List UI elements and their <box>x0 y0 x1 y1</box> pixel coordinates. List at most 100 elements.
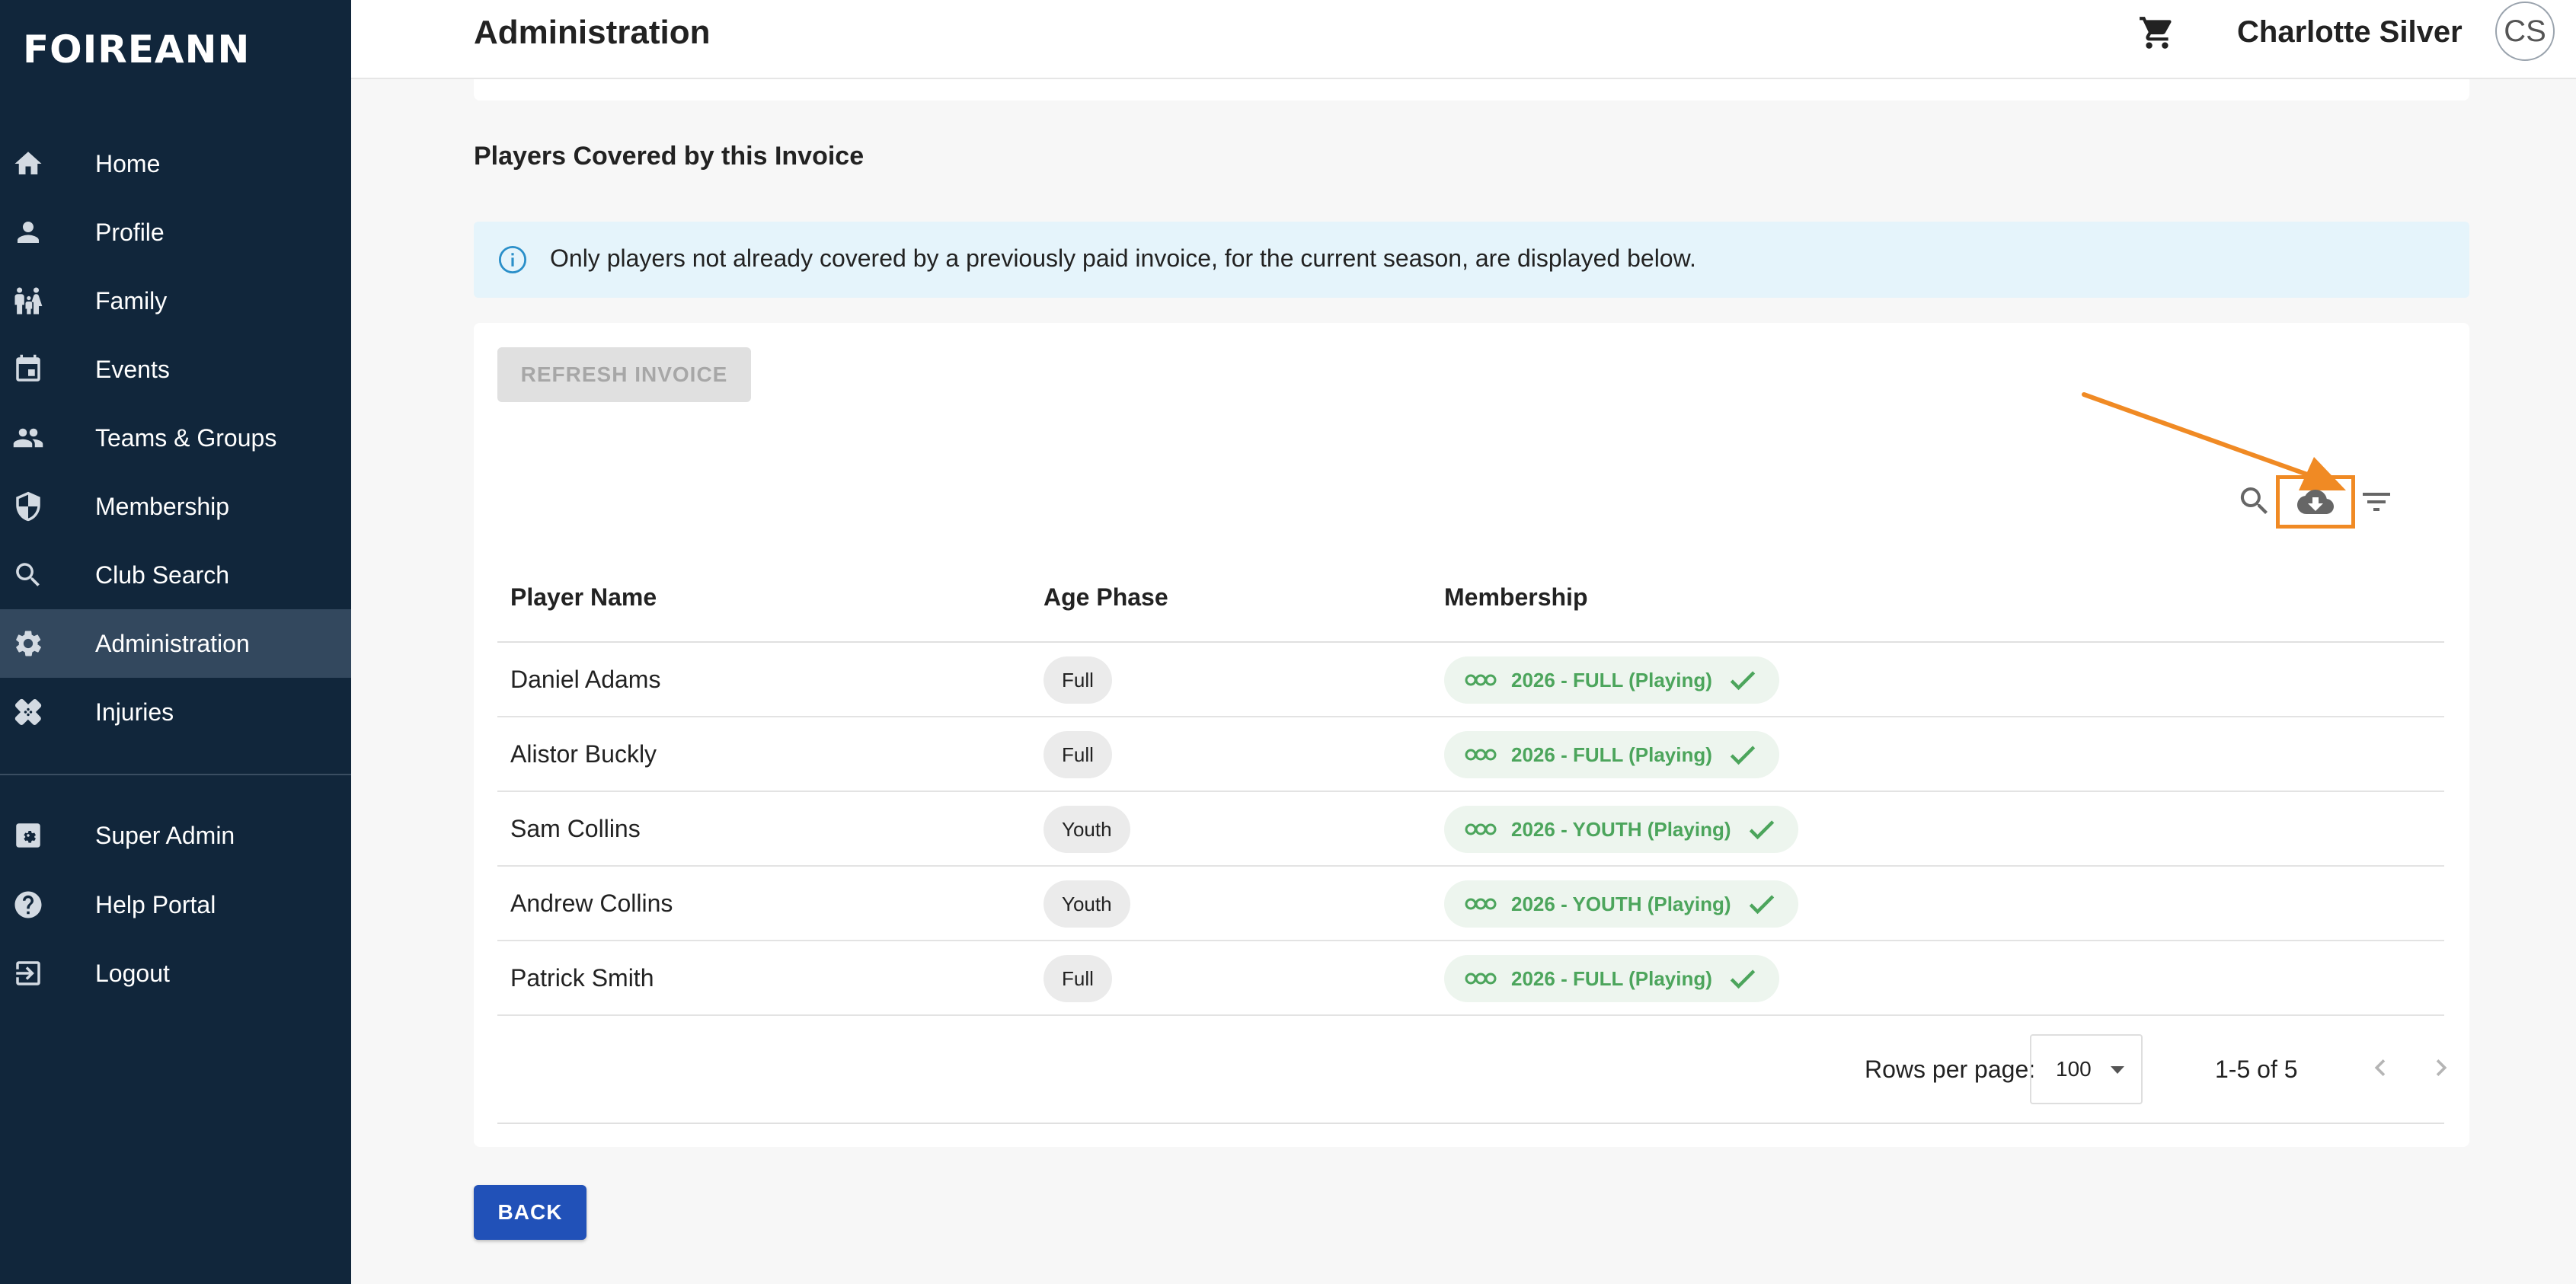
sidebar-item-label: Club Search <box>95 561 230 589</box>
sidebar-item-club-search[interactable]: Club Search <box>0 541 351 609</box>
info-banner: Only players not already covered by a pr… <box>474 222 2469 298</box>
group-icon <box>12 422 44 454</box>
top-header: Administration Charlotte Silver CS <box>351 0 2576 79</box>
membership-text: 2026 - YOUTH (Playing) <box>1511 892 1731 915</box>
table-pagination: Rows per page: 100 1-5 of 5 <box>497 1016 2447 1124</box>
sidebar-item-label: Super Admin <box>95 821 235 849</box>
age-phase-chip: Youth <box>1044 880 1130 928</box>
bandage-icon <box>12 696 44 728</box>
sidebar-item-help-portal[interactable]: Help Portal <box>0 870 351 939</box>
players-card: REFRESH INVOICE Player Name Age Phase Me… <box>474 323 2469 1147</box>
rows-per-page-label: Rows per page: <box>1865 1056 2036 1083</box>
membership-chip: 2026 - YOUTH (Playing) <box>1444 806 1798 853</box>
table-row[interactable]: Sam Collins Youth 2026 - YOUTH (Playing) <box>497 792 2444 867</box>
age-phase-chip: Full <box>1044 656 1112 704</box>
search-icon[interactable] <box>2236 483 2273 519</box>
rows-per-page-select[interactable]: 100 <box>2030 1034 2143 1104</box>
player-name: Andrew Collins <box>510 890 673 917</box>
rows-per-page-value: 100 <box>2056 1057 2092 1081</box>
shield-icon <box>12 490 44 522</box>
sidebar-item-super-admin[interactable]: Super Admin <box>0 801 351 870</box>
chevron-right-icon[interactable] <box>2424 1051 2458 1084</box>
check-icon <box>1745 887 1779 921</box>
sidebar-item-label: Profile <box>95 218 165 246</box>
column-header-membership[interactable]: Membership <box>1444 583 1587 612</box>
players-table: Player Name Age Phase Membership Daniel … <box>497 554 2447 1124</box>
check-icon <box>1726 962 1759 995</box>
table-row[interactable]: Alistor Buckly Full 2026 - FULL (Playing… <box>497 717 2444 792</box>
logout-icon <box>12 957 44 989</box>
previous-card-edge <box>474 79 2469 101</box>
app-logo: FOIREANN <box>23 27 251 72</box>
sidebar-item-membership[interactable]: Membership <box>0 472 351 541</box>
sidebar-item-label: Logout <box>95 959 170 987</box>
membership-text: 2026 - FULL (Playing) <box>1511 966 1712 990</box>
age-phase-chip: Full <box>1044 731 1112 778</box>
sidebar-item-label: Events <box>95 355 170 383</box>
check-icon <box>1726 738 1759 771</box>
membership-text: 2026 - YOUTH (Playing) <box>1511 817 1731 841</box>
table-row[interactable]: Andrew Collins Youth 2026 - YOUTH (Playi… <box>497 867 2444 941</box>
back-button[interactable]: BACK <box>474 1185 586 1240</box>
page-title: Administration <box>474 14 711 51</box>
gaa-logo-icon <box>1464 747 1497 762</box>
sidebar-item-family[interactable]: Family <box>0 267 351 335</box>
sidebar-item-injuries[interactable]: Injuries <box>0 678 351 746</box>
sidebar-item-administration[interactable]: Administration <box>0 609 351 678</box>
player-name: Daniel Adams <box>510 666 661 693</box>
sidebar-item-profile[interactable]: Profile <box>0 198 351 267</box>
gaa-logo-icon <box>1464 672 1497 688</box>
avatar[interactable]: CS <box>2495 2 2555 61</box>
membership-chip: 2026 - FULL (Playing) <box>1444 955 1779 1002</box>
sidebar-item-events[interactable]: Events <box>0 335 351 404</box>
sidebar-divider <box>0 774 351 775</box>
sidebar-item-label: Help Portal <box>95 890 216 918</box>
gear-icon <box>12 628 44 660</box>
pagination-range: 1-5 of 5 <box>2215 1056 2298 1083</box>
sidebar: FOIREANN Home Profile Family Events Team… <box>0 0 351 1284</box>
column-header-age-phase[interactable]: Age Phase <box>1044 583 1168 612</box>
sidebar-item-label: Family <box>95 286 168 315</box>
gaa-logo-icon <box>1464 822 1497 837</box>
chevron-left-icon[interactable] <box>2363 1051 2397 1084</box>
player-name: Alistor Buckly <box>510 740 657 768</box>
age-phase-chip: Full <box>1044 955 1112 1002</box>
calendar-icon <box>12 353 44 385</box>
sidebar-item-home[interactable]: Home <box>0 129 351 198</box>
sidebar-item-label: Teams & Groups <box>95 423 277 452</box>
gaa-logo-icon <box>1464 896 1497 912</box>
admin-gear-icon <box>12 819 44 851</box>
table-row[interactable]: Daniel Adams Full 2026 - FULL (Playing) <box>497 643 2444 717</box>
membership-chip: 2026 - FULL (Playing) <box>1444 656 1779 704</box>
sidebar-item-label: Home <box>95 149 161 177</box>
section-title: Players Covered by this Invoice <box>474 142 865 171</box>
player-name: Sam Collins <box>510 815 641 842</box>
table-row[interactable]: Patrick Smith Full 2026 - FULL (Playing) <box>497 941 2444 1016</box>
filter-icon[interactable] <box>2358 484 2395 520</box>
home-icon <box>12 148 44 180</box>
info-text: Only players not already covered by a pr… <box>550 244 1696 272</box>
sidebar-item-teams-groups[interactable]: Teams & Groups <box>0 404 351 472</box>
sidebar-item-label: Administration <box>95 629 250 657</box>
sidebar-item-label: Injuries <box>95 698 174 726</box>
refresh-invoice-button[interactable]: REFRESH INVOICE <box>497 347 751 402</box>
membership-chip: 2026 - YOUTH (Playing) <box>1444 880 1798 928</box>
player-name: Patrick Smith <box>510 964 654 992</box>
check-icon <box>1726 663 1759 697</box>
user-name[interactable]: Charlotte Silver <box>2237 15 2463 50</box>
caret-down-icon <box>2111 1066 2124 1074</box>
age-phase-chip: Youth <box>1044 806 1130 853</box>
cart-icon[interactable] <box>2138 14 2176 52</box>
check-icon <box>1745 813 1779 846</box>
gaa-logo-icon <box>1464 971 1497 986</box>
column-header-player-name[interactable]: Player Name <box>510 583 657 612</box>
search-icon <box>12 559 44 591</box>
table-header: Player Name Age Phase Membership <box>497 554 2444 643</box>
membership-text: 2026 - FULL (Playing) <box>1511 743 1712 766</box>
family-icon <box>12 285 44 317</box>
person-icon <box>12 216 44 248</box>
sidebar-item-logout[interactable]: Logout <box>0 939 351 1008</box>
membership-text: 2026 - FULL (Playing) <box>1511 668 1712 692</box>
sidebar-item-label: Membership <box>95 492 230 520</box>
membership-chip: 2026 - FULL (Playing) <box>1444 731 1779 778</box>
